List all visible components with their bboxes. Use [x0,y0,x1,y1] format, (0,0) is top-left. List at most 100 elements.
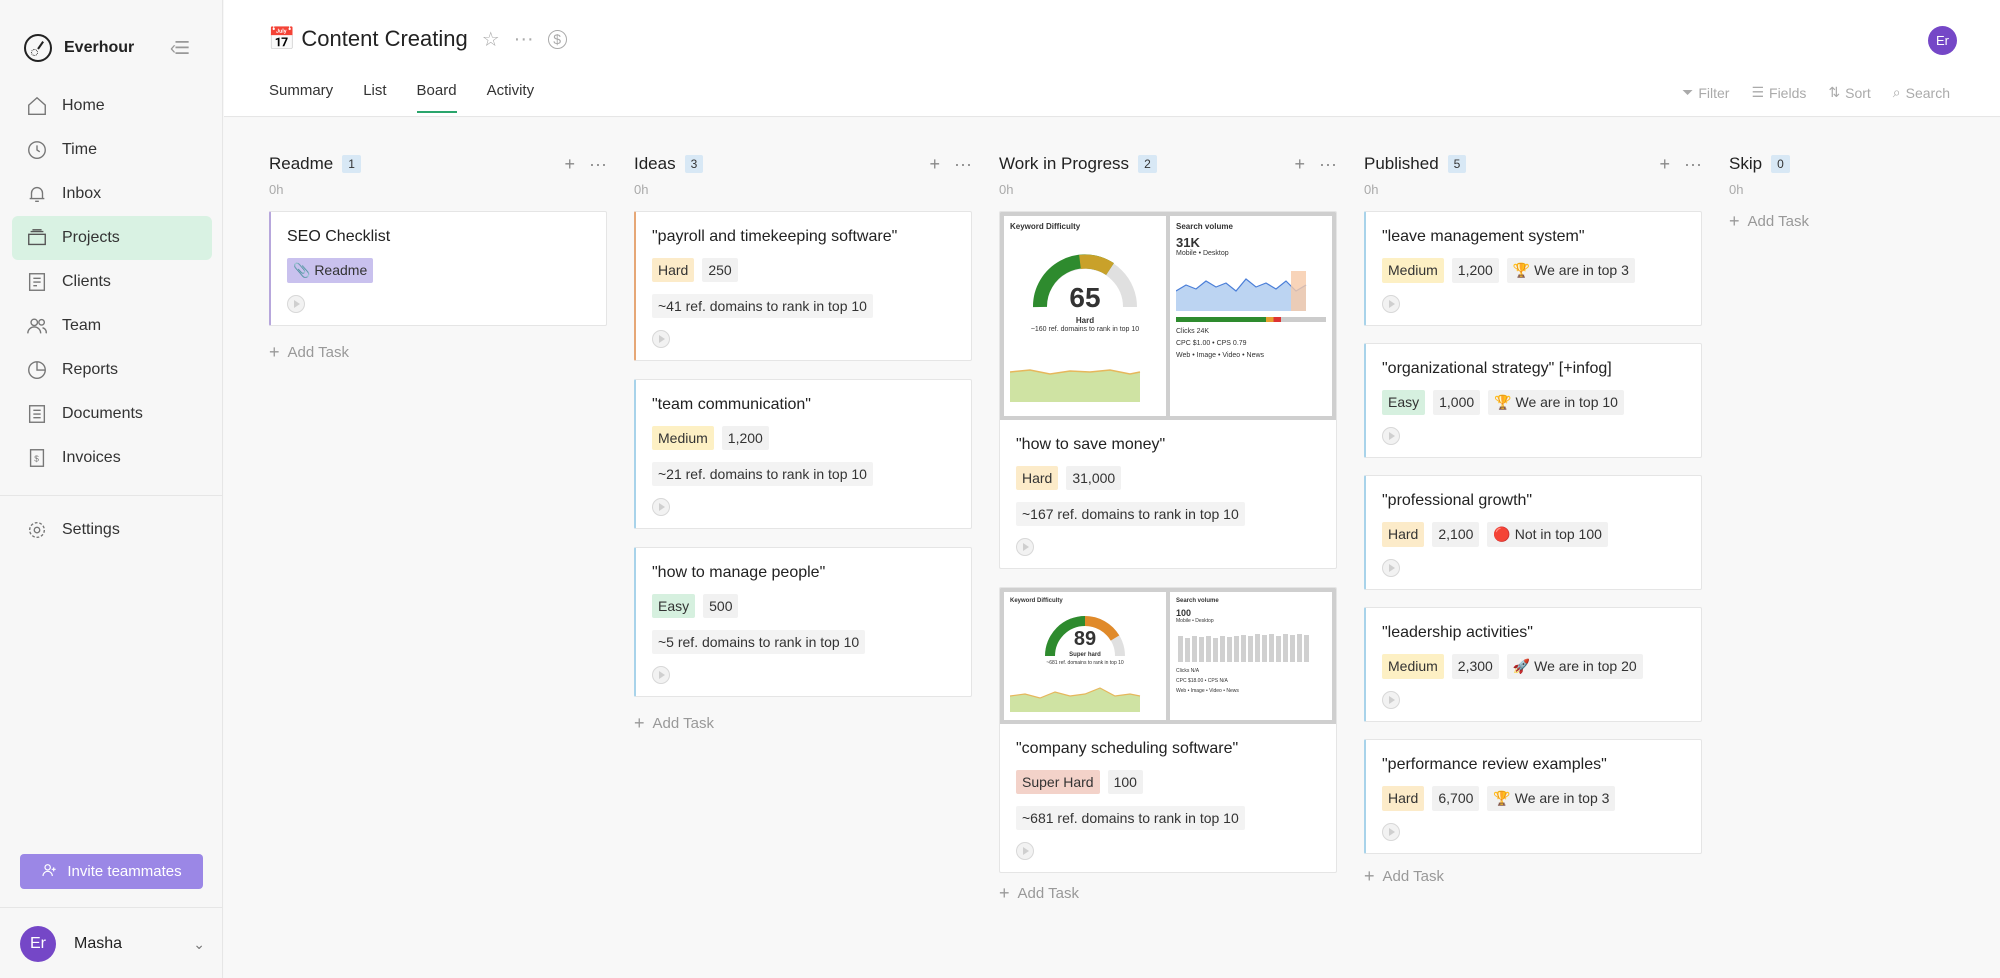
play-timer-icon[interactable] [652,666,670,684]
play-timer-icon[interactable] [1382,427,1400,445]
readme-tag: 📎 Readme [287,258,374,283]
sidebar-item-label: Time [62,141,97,158]
add-icon[interactable]: + [1295,154,1306,175]
sidebar-item-label: Inbox [62,185,102,202]
sidebar-item-settings[interactable]: Settings [12,508,212,552]
more-icon[interactable]: ··· [1319,154,1337,175]
column-hours: 0h [634,182,649,197]
play-timer-icon[interactable] [652,330,670,348]
task-card[interactable]: "leadership activities" Medium 2,300 🚀 We … [1364,607,1702,722]
task-card[interactable]: "leave management system" Medium 1,200 🏆 W… [1364,211,1702,326]
volume-tag: 100 [1107,770,1143,794]
sidebar-item-inbox[interactable]: Inbox [12,172,212,216]
plus-icon: + [999,883,1010,903]
sidebar-item-documents[interactable]: Documents [12,392,212,436]
sidebar-divider [0,495,223,496]
invite-teammates-button[interactable]: Invite teammates [20,854,203,889]
page-title: Content Creating [301,26,468,51]
sidebar-item-clients[interactable]: Clients [12,260,212,304]
task-card[interactable]: Keyword Difficulty 89 Super hard ~681 re… [999,587,1337,873]
add-task-button[interactable]: + Add Task [1364,866,1702,887]
column-header: Ideas 3 + ··· [634,152,972,176]
settings-nav: Settings [12,508,212,552]
collapse-sidebar-icon[interactable]: ‹☰ [170,38,190,59]
add-task-button[interactable]: + Add Task [1729,211,1929,232]
play-timer-icon[interactable] [652,498,670,516]
add-icon[interactable]: + [1660,154,1671,175]
card-cover-image: Keyword Difficulty 89 Super hard ~681 re… [1000,588,1336,724]
sidebar-item-home[interactable]: Home [12,84,212,128]
play-timer-icon[interactable] [1382,295,1400,313]
column-title: Ideas [634,154,676,173]
add-task-button[interactable]: + Add Task [269,342,607,363]
volume-tag: 1,200 [1451,258,1499,283]
task-card[interactable]: Keyword Difficulty 65 Hard ~160 ref. dom… [999,211,1337,569]
star-icon[interactable]: ☆ [482,27,500,52]
sidebar-item-reports[interactable]: Reports [12,348,212,392]
task-title: "payroll and timekeeping software" [652,228,898,245]
tab-summary[interactable]: Summary [269,82,333,113]
task-title: "company scheduling software" [1016,740,1239,757]
volume-tag: 1,200 [721,426,769,450]
task-card[interactable]: "organizational strategy" [+infog] Easy 1… [1364,343,1702,458]
column-hours: 0h [999,182,1014,197]
column-published: Published 5 + ··· 0h "leave management sy… [1364,152,1702,887]
search-volume-thumb: Search volume 31K Mobile • Desktop Click… [1170,216,1332,416]
sidebar-item-invoices[interactable]: $ Invoices [12,436,212,480]
sidebar-item-label: Settings [62,521,120,538]
task-title: "professional growth" [1382,492,1533,509]
task-card[interactable]: "performance review examples" Hard 6,700 🏆… [1364,739,1702,854]
header-avatar[interactable]: Er [1928,26,1957,55]
task-card[interactable]: "payroll and timekeeping software" Hard 2… [634,211,972,361]
play-timer-icon[interactable] [1016,842,1034,860]
play-timer-icon[interactable] [1382,823,1400,841]
task-card[interactable]: SEO Checklist 📎 Readme [269,211,607,326]
sort-button[interactable]: ⇅ Sort [1828,84,1870,101]
user-menu[interactable]: Er Masha ⌄ [20,926,205,962]
add-task-button[interactable]: + Add Task [634,713,972,734]
search-volume-thumb: Search volume 100 Mobile • Desktop Click… [1170,592,1332,720]
sv-value: 31K [1176,235,1200,250]
volume-tag: 1,000 [1433,390,1481,415]
play-timer-icon[interactable] [1382,691,1400,709]
search-button[interactable]: ⌕ Search [1893,84,1950,101]
play-timer-icon[interactable] [1016,538,1034,556]
play-timer-icon[interactable] [287,295,305,313]
sidebar-item-time[interactable]: Time [12,128,212,172]
sidebar-item-projects[interactable]: Projects [12,216,212,260]
tab-activity[interactable]: Activity [487,82,535,113]
billing-icon[interactable]: $ [547,29,567,49]
sidebar-item-team[interactable]: Team [12,304,212,348]
more-icon[interactable]: ··· [1684,154,1702,175]
difficulty-tag: Super Hard [1016,770,1100,794]
column-title: Work in Progress [999,154,1130,173]
tab-board[interactable]: Board [416,82,457,113]
everhour-logo-icon [24,34,52,62]
tab-list[interactable]: List [363,82,386,113]
filter-button[interactable]: ⏷ Filter [1682,84,1729,101]
fields-button[interactable]: ☰ Fields [1751,84,1806,101]
thumb-label: Keyword Difficulty [1010,598,1063,604]
add-icon[interactable]: + [565,154,576,175]
more-icon[interactable]: ··· [954,154,972,175]
title-row: 📅 Content Creating ☆ ··· $ [268,26,567,52]
main-nav: Home Time Inbox Projects Clients Team Re… [12,84,212,480]
column-title: Published [1364,154,1439,173]
task-card[interactable]: "team communication" Medium 1,200 ~21 ref… [634,379,972,529]
sv-serp: Web • Image • Video • News [1176,352,1265,359]
card-cover-image: Keyword Difficulty 65 Hard ~160 ref. dom… [1000,212,1336,420]
kd-value: 65 [1069,282,1101,313]
play-timer-icon[interactable] [1382,559,1400,577]
task-card[interactable]: "professional growth" Hard 2,100 🔴 Not in … [1364,475,1702,590]
more-icon[interactable]: ··· [589,154,607,175]
add-task-button[interactable]: + Add Task [999,883,1337,904]
sv-clicks: Clicks N/A [1176,668,1200,674]
column-header: Readme 1 + ··· [269,152,607,176]
more-icon[interactable]: ··· [514,28,534,51]
column-ideas: Ideas 3 + ··· 0h "payroll and timekeeping… [634,152,972,734]
rank-tag: 🏆 We are in top 3 [1506,258,1635,283]
brand[interactable]: Everhour [24,34,134,62]
difficulty-tag: Hard [652,258,695,282]
task-card[interactable]: "how to manage people" Easy 500 ~5 ref. d… [634,547,972,697]
add-icon[interactable]: + [930,154,941,175]
